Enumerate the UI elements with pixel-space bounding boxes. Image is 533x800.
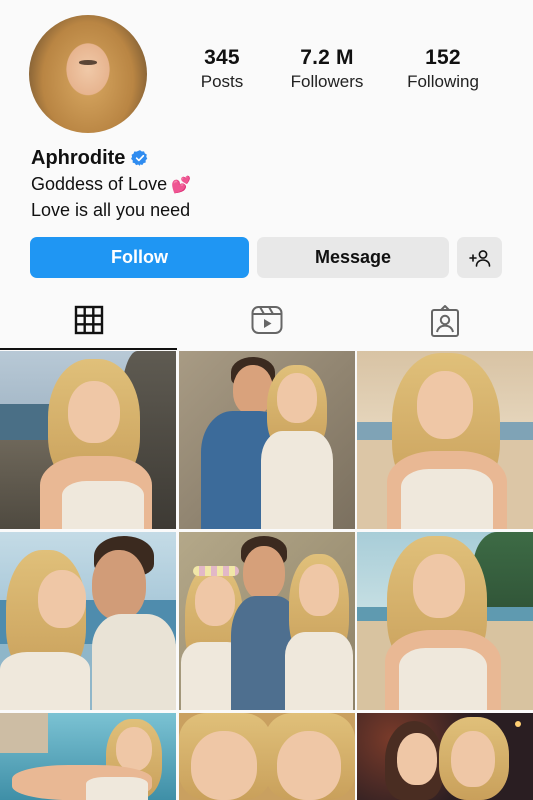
message-button[interactable]: Message [257,237,449,278]
post-thumbnail[interactable] [0,713,176,800]
reels-icon [251,306,282,334]
bio-line-1-text: Goddess of Love [31,174,168,194]
heart-emoji: 💕 [171,177,192,194]
add-person-icon [468,249,490,267]
profile-bio: Goddess of Love 💕 Love is all you need [31,172,191,223]
post-thumbnail[interactable] [357,532,533,710]
profile-tabs [0,296,533,350]
post-thumbnail[interactable] [179,713,355,800]
post-thumbnail[interactable] [0,532,176,710]
posts-grid [0,351,533,800]
post-thumbnail[interactable] [357,713,533,800]
tab-posts-grid[interactable] [0,296,177,350]
following-count: 152 [425,46,461,69]
tab-reels[interactable] [178,296,355,350]
bio-line-2: Love is all you need [31,200,191,220]
post-thumbnail[interactable] [357,351,533,529]
verified-badge-icon [131,150,148,166]
followers-stat[interactable]: 7.2 M Followers [280,45,374,93]
post-thumbnail[interactable] [0,351,176,529]
tab-tagged[interactable] [356,296,533,350]
posts-label: Posts [200,72,244,91]
followers-label: Followers [290,72,364,91]
profile-name: Aphrodite [31,146,126,169]
grid-icon [74,305,103,335]
post-thumbnail[interactable] [179,351,355,529]
profile-name-row: Aphrodite [31,145,149,171]
posts-stat[interactable]: 345 Posts [186,45,258,93]
following-label: Following [407,72,479,91]
bio-line-1: Goddess of Love 💕 [31,172,191,198]
following-stat[interactable]: 152 Following [398,45,488,93]
suggest-people-button[interactable] [457,237,502,278]
posts-count: 345 [204,46,240,69]
follow-button[interactable]: Follow [30,237,249,278]
post-thumbnail[interactable] [179,532,355,710]
profile-stats: 345 Posts 7.2 M Followers 152 Following [0,45,533,105]
tagged-icon [430,305,459,337]
followers-count: 7.2 M [300,46,354,69]
